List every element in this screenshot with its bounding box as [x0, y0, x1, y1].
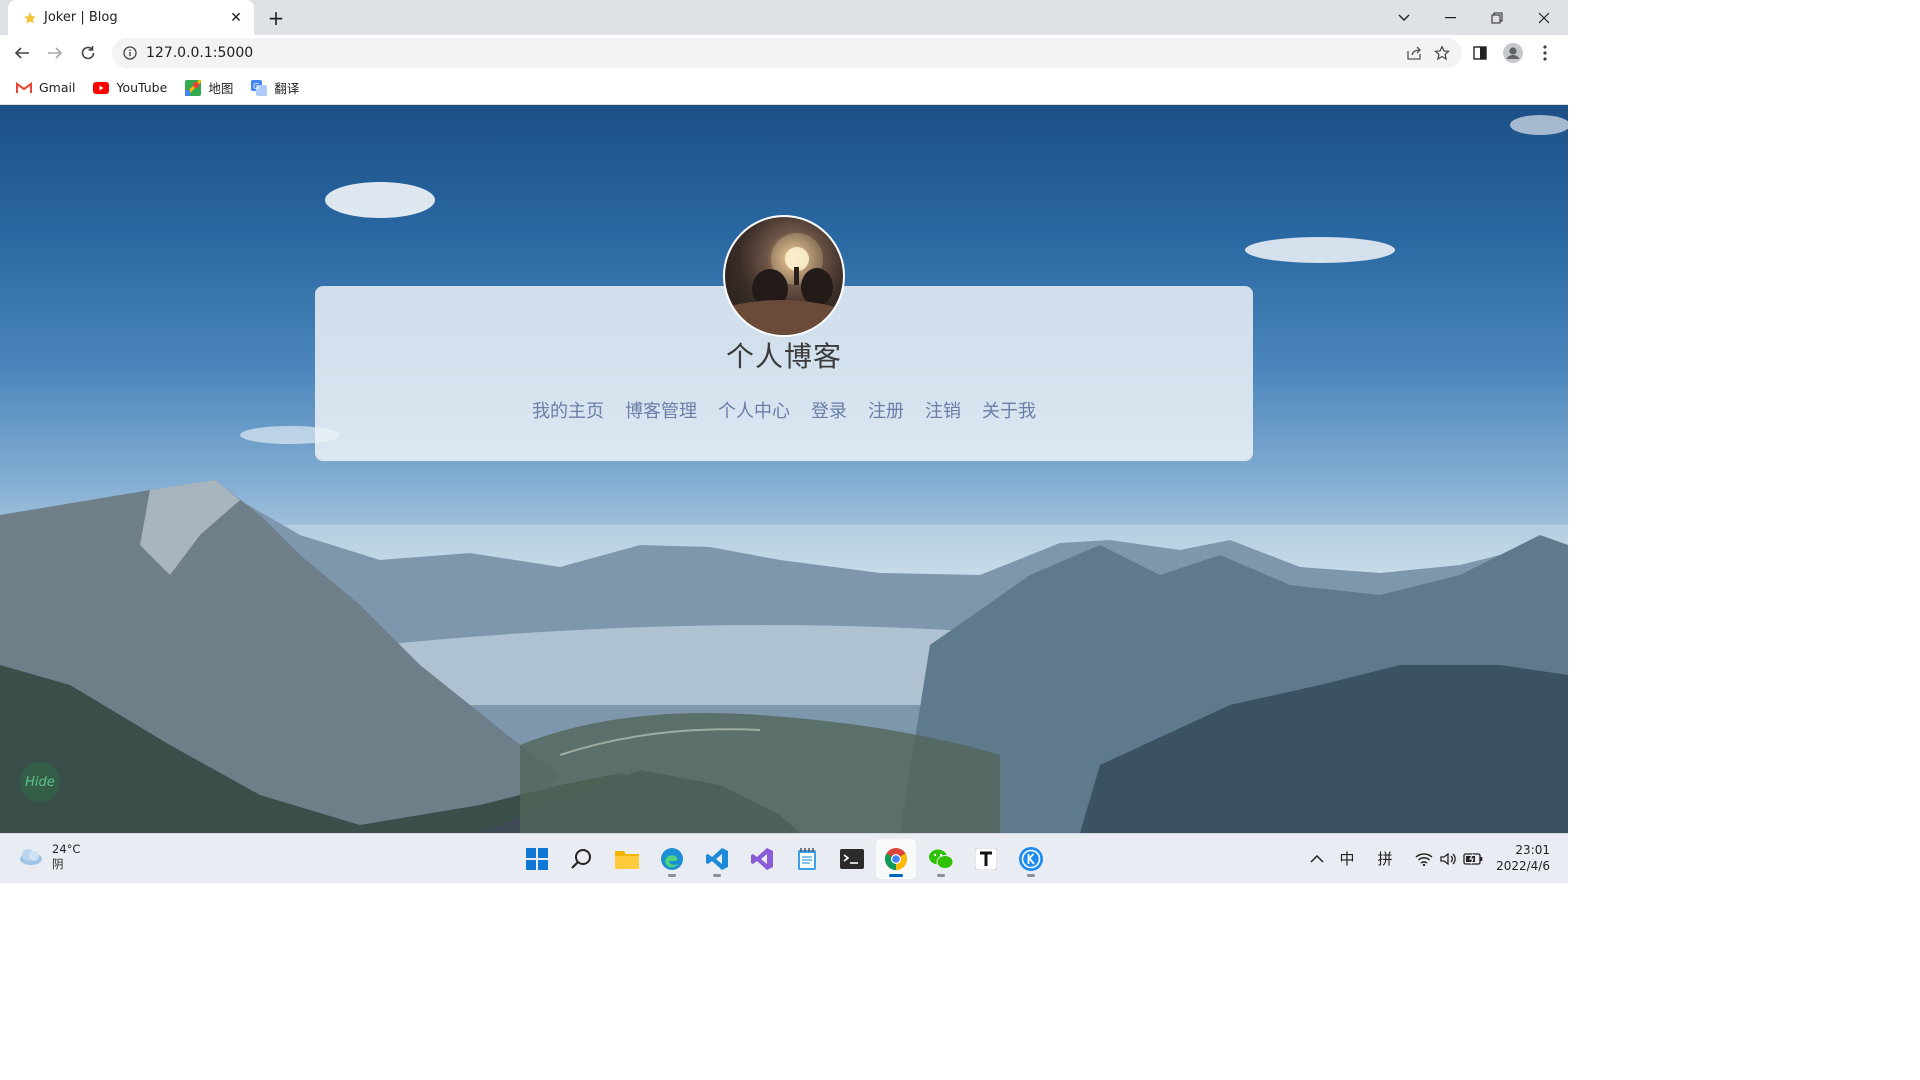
nav-link-blog-manage[interactable]: 博客管理 [625, 397, 697, 423]
running-indicator [937, 874, 945, 877]
bookmark-label: Gmail [39, 80, 76, 95]
file-explorer-button[interactable] [607, 839, 647, 879]
browser-tab[interactable]: Joker | Blog ✕ [8, 0, 254, 35]
active-indicator [889, 874, 903, 877]
wifi-icon[interactable] [1412, 834, 1436, 883]
clock-date: 2022/4/6 [1496, 859, 1550, 873]
profile-avatar-icon[interactable] [1499, 39, 1527, 67]
notepad-icon [798, 848, 816, 870]
tab-title: Joker | Blog [44, 10, 118, 25]
share-icon[interactable] [1400, 39, 1428, 67]
star-favicon-icon [22, 10, 38, 26]
nav-link-about[interactable]: 关于我 [982, 397, 1036, 423]
tab-strip: Joker | Blog ✕ + [0, 0, 1568, 35]
close-tab-icon[interactable]: ✕ [226, 8, 246, 28]
url-text: 127.0.0.1:5000 [146, 45, 254, 61]
main-nav: 我的主页 博客管理 个人中心 登录 注册 注销 关于我 [315, 397, 1253, 423]
system-clock[interactable]: 23:01 2022/4/6 [1496, 842, 1550, 874]
close-window-button[interactable] [1521, 0, 1567, 35]
restore-button[interactable] [1474, 0, 1520, 35]
bookmark-translate[interactable]: G 翻译 [249, 75, 301, 101]
running-indicator [1027, 874, 1035, 877]
bookmark-label: YouTube [116, 80, 168, 95]
bookmarks-bar: Gmail YouTube 地图 G 翻译 [0, 71, 1568, 105]
edge-button[interactable] [652, 839, 692, 879]
visual-studio-icon [751, 848, 773, 870]
forward-arrow-icon[interactable] [41, 39, 69, 67]
kugou-icon [1019, 847, 1043, 871]
site-title: 个人博客 [725, 340, 842, 373]
address-bar[interactable]: 127.0.0.1:5000 [112, 38, 1462, 68]
chrome-icon [885, 848, 907, 870]
show-hidden-icons-chevron-icon[interactable] [1306, 834, 1328, 883]
clock-time: 23:01 [1515, 843, 1550, 857]
wechat-button[interactable] [921, 839, 961, 879]
wechat-icon [929, 849, 953, 869]
file-explorer-icon [615, 851, 639, 869]
typora-button[interactable] [966, 839, 1006, 879]
nav-link-profile[interactable]: 个人中心 [718, 397, 790, 423]
svg-text:G: G [253, 82, 259, 91]
browser-toolbar: 127.0.0.1:5000 [0, 35, 1568, 71]
bookmark-gmail[interactable]: Gmail [14, 75, 77, 101]
translate-icon: G [251, 79, 268, 96]
bookmark-label: 地图 [208, 81, 234, 96]
battery-charging-icon[interactable] [1461, 834, 1485, 883]
visual-studio-button[interactable] [742, 839, 782, 879]
vscode-icon [706, 848, 728, 870]
vscode-button[interactable] [697, 839, 737, 879]
bookmark-youtube[interactable]: YouTube [91, 75, 169, 101]
running-indicator [713, 874, 721, 877]
typora-icon [975, 848, 997, 870]
youtube-icon [93, 80, 110, 96]
notepad-button[interactable] [787, 839, 827, 879]
nav-link-login[interactable]: 登录 [811, 397, 847, 423]
ime-language-indicator[interactable]: 中 [1334, 834, 1360, 883]
side-panel-icon[interactable] [1466, 39, 1494, 67]
start-icon [526, 848, 548, 870]
site-info-icon[interactable] [122, 45, 138, 61]
minimize-button[interactable] [1427, 0, 1473, 35]
cloud-icon [20, 849, 42, 865]
terminal-icon [840, 849, 864, 869]
profile-avatar [723, 215, 845, 337]
maps-icon [185, 79, 202, 96]
volume-icon[interactable] [1437, 834, 1459, 883]
kugou-button[interactable] [1011, 839, 1051, 879]
terminal-button[interactable] [832, 839, 872, 879]
back-arrow-icon[interactable] [8, 39, 36, 67]
bookmark-maps[interactable]: 地图 [183, 75, 235, 101]
reload-icon[interactable] [74, 39, 102, 67]
tab-search-icon[interactable] [1381, 0, 1427, 35]
nav-link-home[interactable]: 我的主页 [532, 397, 604, 423]
search-icon [571, 849, 591, 869]
edge-icon [661, 848, 683, 870]
bookmark-label: 翻译 [274, 81, 300, 96]
weather-widget[interactable]: 24°C 阴 [18, 842, 80, 872]
chrome-button[interactable] [876, 839, 916, 879]
ime-mode-indicator[interactable]: 拼 [1372, 834, 1398, 883]
weather-temperature: 24°C [52, 842, 81, 856]
hide-button[interactable]: Hide [20, 762, 60, 802]
windows-taskbar: 24°C 阴 中 拼 23:01 2022/4/6 [0, 833, 1568, 883]
nav-link-logout[interactable]: 注销 [925, 397, 961, 423]
gmail-icon [16, 80, 32, 96]
bookmark-star-icon[interactable] [1428, 39, 1456, 67]
taskbar-search-button[interactable] [562, 839, 602, 879]
weather-condition: 阴 [52, 857, 64, 871]
page-viewport: 个人博客 我的主页 博客管理 个人中心 登录 注册 注销 关于我 Hide [0, 105, 1568, 833]
avatar-photo [725, 233, 843, 335]
nav-link-register[interactable]: 注册 [868, 397, 904, 423]
menu-kebab-icon[interactable] [1531, 39, 1559, 67]
running-indicator [668, 874, 676, 877]
start-button[interactable] [517, 839, 557, 879]
new-tab-button[interactable]: + [264, 6, 288, 30]
